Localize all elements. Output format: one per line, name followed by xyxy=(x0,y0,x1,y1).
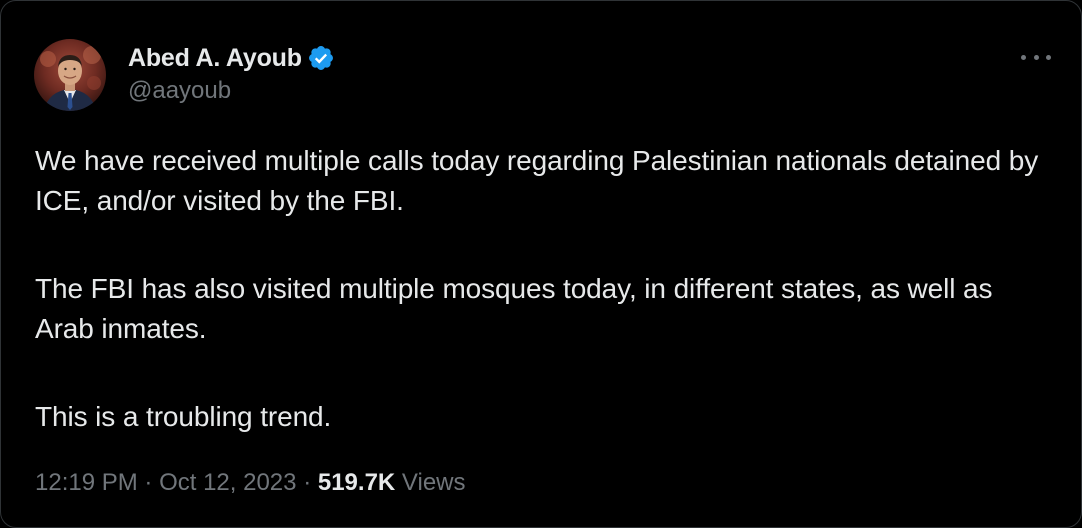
tweet-card: Abed A. Ayoub @aayoub We have received m… xyxy=(0,0,1082,528)
more-options-button[interactable] xyxy=(1021,45,1051,69)
tweet-text: We have received multiple calls today re… xyxy=(35,141,1045,437)
avatar-image xyxy=(34,39,106,111)
verified-badge-icon xyxy=(307,44,335,72)
tweet-meta: 12:19 PM · Oct 12, 2023 · 519.7K Views xyxy=(35,469,466,497)
ellipsis-icon-dot xyxy=(1046,54,1051,60)
ellipsis-icon-dot xyxy=(1021,54,1026,60)
author-display-name[interactable]: Abed A. Ayoub xyxy=(128,44,302,73)
avatar[interactable] xyxy=(34,39,106,111)
tweet-paragraph: We have received multiple calls today re… xyxy=(35,145,1039,216)
tweet-time[interactable]: 12:19 PM xyxy=(35,469,138,496)
author-info: Abed A. Ayoub @aayoub xyxy=(128,41,335,105)
ellipsis-icon-dot xyxy=(1033,54,1039,60)
author-handle[interactable]: @aayoub xyxy=(128,77,335,105)
tweet-paragraph: This is a troubling trend. xyxy=(35,401,332,432)
tweet-paragraph: The FBI has also visited multiple mosque… xyxy=(35,273,993,344)
meta-separator: · xyxy=(303,469,312,496)
views-count: 519.7K xyxy=(317,469,396,496)
author-name-row: Abed A. Ayoub xyxy=(128,41,335,75)
tweet-date[interactable]: Oct 12, 2023 xyxy=(159,469,296,496)
meta-separator: · xyxy=(144,469,153,496)
views-label: Views xyxy=(401,469,466,496)
